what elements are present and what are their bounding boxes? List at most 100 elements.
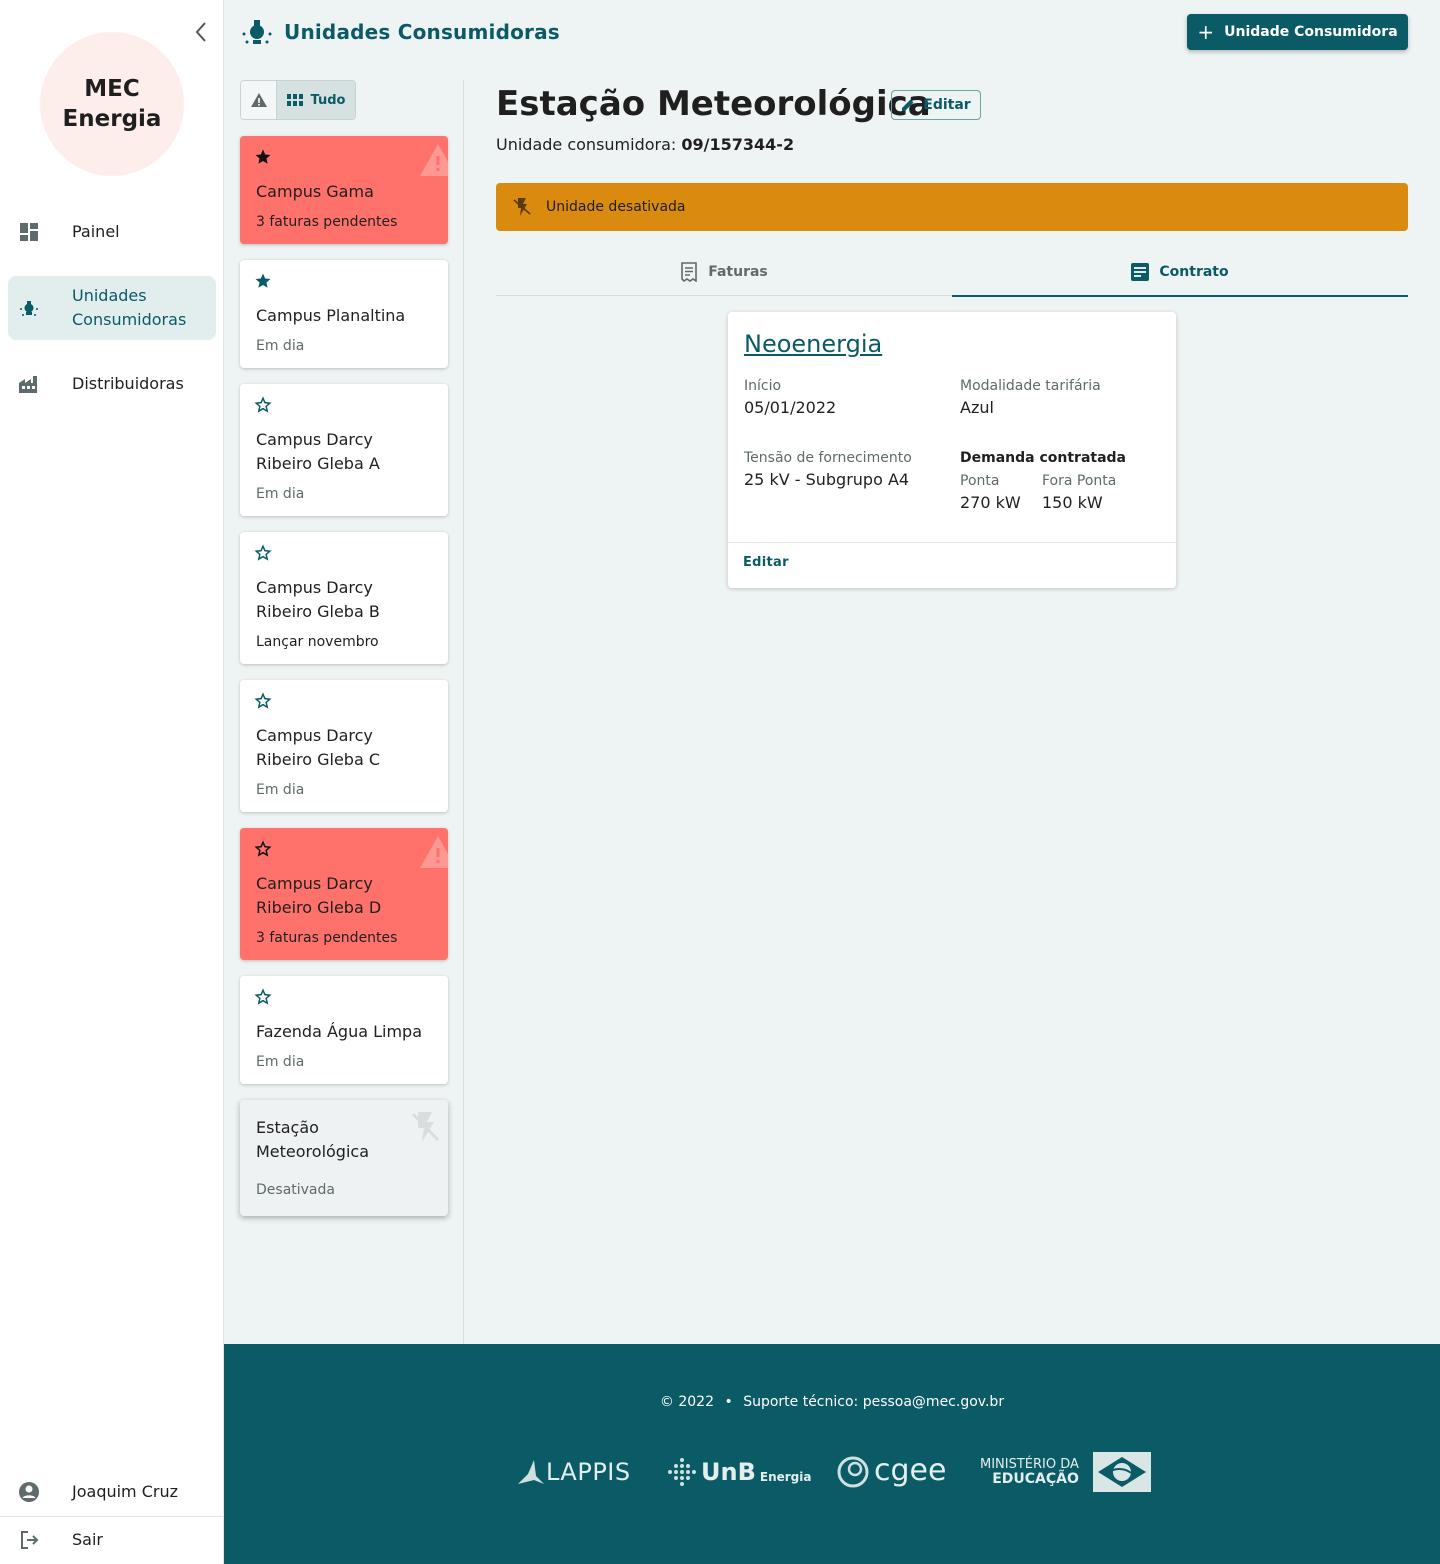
filter-all-button[interactable]: Tudo — [277, 81, 355, 119]
collapse-sidebar-button[interactable] — [188, 18, 214, 46]
lightbulb-icon — [242, 20, 272, 44]
star-outline-icon[interactable] — [254, 988, 272, 1006]
unit-card[interactable]: Campus Planaltina Em dia — [240, 260, 448, 368]
star-outline-icon[interactable] — [254, 396, 272, 414]
sidebar-item-distribuidoras[interactable]: Distribuidoras — [8, 360, 216, 408]
offpeak-label: Fora Ponta — [1042, 473, 1117, 489]
edit-unit-button[interactable]: Editar — [891, 90, 981, 120]
unit-card[interactable]: Campus Darcy Ribeiro Gleba A Em dia — [240, 384, 448, 516]
cgee-logo: cgee — [836, 1450, 946, 1494]
account-circle-icon — [18, 1481, 40, 1503]
unit-status: Em dia — [256, 486, 305, 502]
offpeak-value: 150 kW — [1042, 493, 1103, 512]
start-value: 05/01/2022 — [744, 398, 837, 417]
unit-card[interactable]: Campus Gama 3 faturas pendentes — [240, 136, 448, 244]
footer: © 2022 • Suporte técnico: pessoa@mec.gov… — [224, 1344, 1440, 1564]
tariff-label: Modalidade tarifária — [960, 378, 1101, 394]
unb-text: UnB — [701, 1458, 756, 1486]
unit-card[interactable]: Campus Darcy Ribeiro Gleba B Lançar nove… — [240, 532, 448, 664]
banner-text: Unidade desativada — [546, 199, 686, 215]
add-button-label: Unidade Consumidora — [1224, 24, 1398, 40]
peak-value: 270 kW — [960, 493, 1021, 512]
logout-button[interactable]: Sair — [8, 1517, 216, 1563]
unit-status: Desativada — [256, 1182, 335, 1198]
sidebar-item-unidades[interactable]: Unidades Consumidoras — [8, 276, 216, 340]
warning-icon — [250, 93, 267, 107]
sidebar-item-painel[interactable]: Painel — [8, 208, 216, 256]
dashboard-icon — [18, 221, 40, 243]
unit-name: Campus Darcy Ribeiro Gleba B — [256, 578, 380, 621]
add-consumer-unit-button[interactable]: + Unidade Consumidora — [1187, 14, 1408, 50]
star-outline-icon[interactable] — [254, 692, 272, 710]
unit-name: Campus Gama — [256, 182, 374, 201]
contract-icon — [1131, 263, 1150, 281]
sidebar-item-label: Unidades Consumidoras — [72, 286, 187, 329]
unit-card[interactable]: Campus Darcy Ribeiro Gleba D 3 faturas p… — [240, 828, 448, 960]
unb-energia-logo: UnB Energia — [667, 1450, 811, 1494]
mec-text-line2: EDUCAÇÃO — [992, 1471, 1079, 1487]
unit-status: 3 faturas pendentes — [256, 930, 398, 946]
filter-all-label: Tudo — [310, 92, 346, 108]
lappis-text: LAPPIS — [546, 1458, 631, 1486]
peak-label: Ponta — [960, 473, 1000, 489]
edit-unit-label: Editar — [923, 97, 971, 113]
list-divider — [463, 80, 464, 1344]
footer-separator: • — [724, 1394, 733, 1410]
flash-off-icon — [411, 1112, 440, 1142]
tab-contrato[interactable]: Contrato — [952, 248, 1408, 297]
user-name: Joaquim Cruz — [72, 1482, 179, 1501]
unit-name: Fazenda Água Limpa — [256, 1022, 423, 1041]
unit-card-selected[interactable]: Estação Meteorológica Desativada — [240, 1100, 448, 1216]
edit-contract-button[interactable]: Editar — [743, 555, 789, 570]
star-filled-icon[interactable] — [254, 148, 272, 166]
tab-faturas[interactable]: Faturas — [496, 248, 952, 296]
filter-pending-button[interactable] — [241, 81, 277, 119]
unit-card[interactable]: Campus Darcy Ribeiro Gleba C Em dia — [240, 680, 448, 812]
copyright: © 2022 — [659, 1394, 715, 1410]
tab-label: Faturas — [708, 264, 768, 280]
warning-icon — [420, 836, 448, 868]
support-email-link[interactable]: Suporte técnico: pessoa@mec.gov.br — [743, 1394, 1004, 1410]
mec-logo: MINISTÉRIO DA EDUCAÇÃO — [980, 1450, 1151, 1494]
card-divider — [728, 542, 1176, 543]
cgee-text: cgee — [874, 1452, 947, 1488]
lappis-logo: LAPPIS — [516, 1450, 631, 1494]
disabled-unit-banner: Unidade desativada — [496, 183, 1408, 231]
tariff-value: Azul — [960, 398, 994, 417]
mec-text-line1: MINISTÉRIO DA — [980, 1457, 1079, 1472]
logo-line-2: Energia — [62, 106, 162, 132]
unit-name: Campus Darcy Ribeiro Gleba A — [256, 430, 380, 473]
flash-off-icon — [513, 198, 531, 216]
unit-status: 3 faturas pendentes — [256, 214, 398, 230]
unit-card[interactable]: Fazenda Água Limpa Em dia — [240, 976, 448, 1084]
consumer-unit-number: Unidade consumidora: 09/157344-2 — [496, 134, 794, 156]
user-profile[interactable]: Joaquim Cruz — [8, 1468, 216, 1516]
unb-subtext: Energia — [759, 1470, 812, 1484]
unit-name: Campus Planaltina — [256, 306, 406, 325]
unit-status: Em dia — [256, 338, 305, 354]
factory-icon — [18, 373, 40, 395]
unit-name: Estação Meteorológica — [256, 1118, 370, 1161]
logout-icon — [18, 1529, 40, 1551]
star-filled-icon[interactable] — [254, 272, 272, 290]
unit-status: Em dia — [256, 782, 305, 798]
uc-number: 09/157344-2 — [681, 135, 795, 154]
lightbulb-icon — [18, 297, 40, 319]
unit-status: Em dia — [256, 1054, 305, 1070]
lappis-mark-icon — [518, 1460, 544, 1484]
demand-label: Demanda contratada — [960, 450, 1126, 466]
sidebar-item-label: Painel — [72, 222, 120, 241]
sidebar: MEC Energia Painel Unidades Consumidoras… — [0, 0, 224, 1564]
page-header: Unidades Consumidoras — [240, 16, 560, 48]
star-outline-icon[interactable] — [254, 840, 272, 858]
logo-line-1: MEC — [84, 76, 140, 102]
chevron-left-icon — [195, 22, 206, 42]
distributor-link[interactable]: Neoenergia — [744, 328, 882, 360]
unit-status: Lançar novembro — [256, 634, 379, 650]
warning-icon — [420, 144, 448, 176]
filter-toggle-group: Tudo — [240, 80, 356, 120]
receipt-icon — [681, 262, 698, 282]
unit-detail-title: Estação Meteorológica — [496, 84, 931, 124]
star-outline-icon[interactable] — [254, 544, 272, 562]
unit-name: Campus Darcy Ribeiro Gleba C — [256, 726, 381, 769]
